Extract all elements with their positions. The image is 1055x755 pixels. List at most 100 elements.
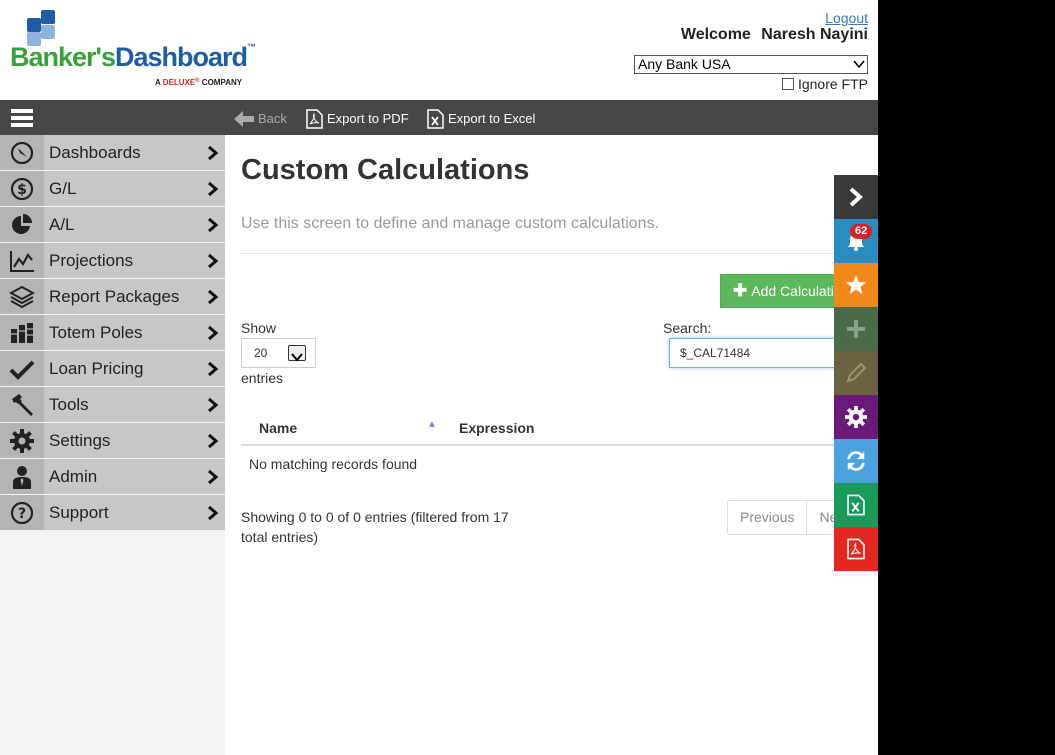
edit-button[interactable] (834, 351, 878, 395)
back-arrow-icon (234, 110, 254, 127)
column-header-name[interactable]: Name (259, 411, 297, 446)
sidebar-item-label: Loan Pricing (49, 359, 144, 378)
previous-page-button[interactable]: Previous (728, 501, 808, 534)
chevron-right-icon (208, 146, 219, 160)
chevron-down-icon (853, 60, 865, 69)
toolbar: Back Export to PDF Export to Excel (0, 100, 878, 135)
gear-icon (845, 406, 867, 428)
question-icon: ? (10, 501, 34, 524)
sidebar-item-loan-pricing[interactable]: Loan Pricing (0, 351, 225, 386)
chevron-right-icon (849, 187, 864, 207)
notification-count-badge: 62 (850, 224, 873, 239)
page-length-select[interactable]: 20 (241, 338, 316, 368)
sidebar-item-report-packages[interactable]: Report Packages (0, 279, 225, 314)
table-info: Showing 0 to 0 of 0 entries (filtered fr… (241, 509, 509, 545)
star-icon (845, 274, 867, 295)
sidebar-item-settings[interactable]: Settings (0, 423, 225, 458)
chevron-right-icon (208, 434, 219, 448)
search-label: Search: (663, 320, 712, 336)
favorites-button[interactable] (834, 263, 878, 307)
entries-label: entries (241, 370, 284, 386)
sidebar-item-label: Dashboards (49, 143, 141, 162)
page-length-value: 20 (254, 346, 268, 360)
chevron-right-icon (208, 218, 219, 232)
export-pdf-quick-button[interactable] (834, 527, 878, 571)
svg-text:?: ? (18, 506, 26, 522)
export-excel-button[interactable]: Export to Excel (427, 100, 535, 135)
sidebar-item-totem-poles[interactable]: Totem Poles (0, 315, 225, 350)
sort-ascending-icon[interactable]: ▲ (427, 419, 437, 430)
bank-select-value: Any Bank USA (638, 56, 731, 72)
refresh-icon (847, 451, 865, 471)
chevron-right-icon (208, 182, 219, 196)
sidebar-item-label: Report Packages (49, 287, 180, 306)
sidebar-item-label: A/L (49, 215, 75, 234)
chevron-down-icon (288, 345, 306, 362)
chevron-right-icon (208, 398, 219, 412)
pdf-file-icon (847, 538, 865, 560)
sidebar-item-tools[interactable]: Tools (0, 387, 225, 422)
chevron-right-icon (208, 326, 219, 340)
excel-file-icon (427, 108, 444, 129)
dollar-icon: $ (10, 177, 34, 200)
export-pdf-button[interactable]: Export to PDF (306, 100, 409, 135)
page-title: Custom Calculations (241, 154, 530, 186)
notifications-button[interactable]: 62 (834, 219, 878, 263)
chevron-right-icon (208, 362, 219, 376)
refresh-button[interactable] (834, 439, 878, 483)
header: Banker'sDashboard™ A DELUXE® COMPANY Log… (0, 0, 878, 100)
hamburger-menu-icon[interactable] (11, 109, 33, 127)
expand-panel-button[interactable] (834, 175, 878, 219)
compass-icon (10, 141, 34, 164)
settings-button[interactable] (834, 395, 878, 439)
pie-chart-icon (12, 213, 32, 234)
back-button[interactable]: Back (234, 100, 287, 135)
sidebar-item-label: G/L (49, 179, 77, 198)
add-button[interactable] (834, 307, 878, 351)
pencil-icon (846, 362, 867, 383)
calculations-table: Name ▲ Expression No matching records fo… (241, 411, 861, 482)
welcome-text: Welcome Naresh Nayini (681, 26, 868, 44)
sidebar-item-label: Projections (49, 251, 134, 270)
sidebar-item-al[interactable]: A/L (0, 207, 225, 242)
bankers-dashboard-logo[interactable]: Banker'sDashboard™ A DELUXE® COMPANY (10, 8, 270, 92)
sidebar-item-gl[interactable]: $ G/L (0, 171, 225, 206)
table-row: No matching records found (241, 446, 861, 482)
logout-link[interactable]: Logout (825, 10, 868, 26)
sidebar-item-label: Settings (49, 431, 111, 450)
sidebar-item-admin[interactable]: Admin (0, 459, 225, 494)
chevron-right-icon (208, 290, 219, 304)
user-icon (13, 465, 31, 489)
bar-chart-icon (11, 322, 33, 343)
bank-select[interactable]: Any Bank USA (634, 55, 868, 74)
plus-icon: ✚ (733, 281, 748, 300)
chevron-right-icon (208, 506, 219, 520)
ignore-ftp-option[interactable]: Ignore FTP (781, 76, 868, 92)
export-excel-quick-button[interactable] (834, 483, 878, 527)
sidebar-item-label: Tools (49, 395, 89, 414)
check-icon (9, 360, 35, 380)
line-chart-icon (10, 250, 34, 272)
ignore-ftp-label: Ignore FTP (797, 76, 868, 92)
hammer-icon (12, 393, 33, 416)
sidebar-item-projections[interactable]: Projections (0, 243, 225, 278)
ignore-ftp-checkbox[interactable] (781, 78, 794, 90)
sidebar-item-support[interactable]: ? Support (0, 495, 225, 530)
chevron-right-icon (208, 470, 219, 484)
table-header: Name ▲ Expression (241, 411, 861, 446)
sidebar-item-dashboards[interactable]: Dashboards (0, 135, 225, 170)
gear-icon (10, 428, 34, 453)
empty-message: No matching records found (249, 456, 418, 472)
chevron-right-icon (208, 254, 219, 268)
column-header-expression[interactable]: Expression (459, 411, 534, 446)
svg-text:$: $ (17, 182, 27, 198)
user-name: Naresh Nayini (761, 26, 868, 43)
plus-icon (847, 320, 865, 338)
welcome-label: Welcome (680, 26, 751, 43)
excel-file-icon (847, 494, 865, 516)
page-description: Use this screen to define and manage cus… (241, 215, 660, 232)
sidebar: Dashboards $ G/L A/L Projections Report … (0, 135, 225, 755)
show-label: Show (241, 320, 277, 336)
quick-action-bar: 62 (834, 175, 878, 571)
sidebar-item-label: Totem Poles (49, 323, 143, 342)
